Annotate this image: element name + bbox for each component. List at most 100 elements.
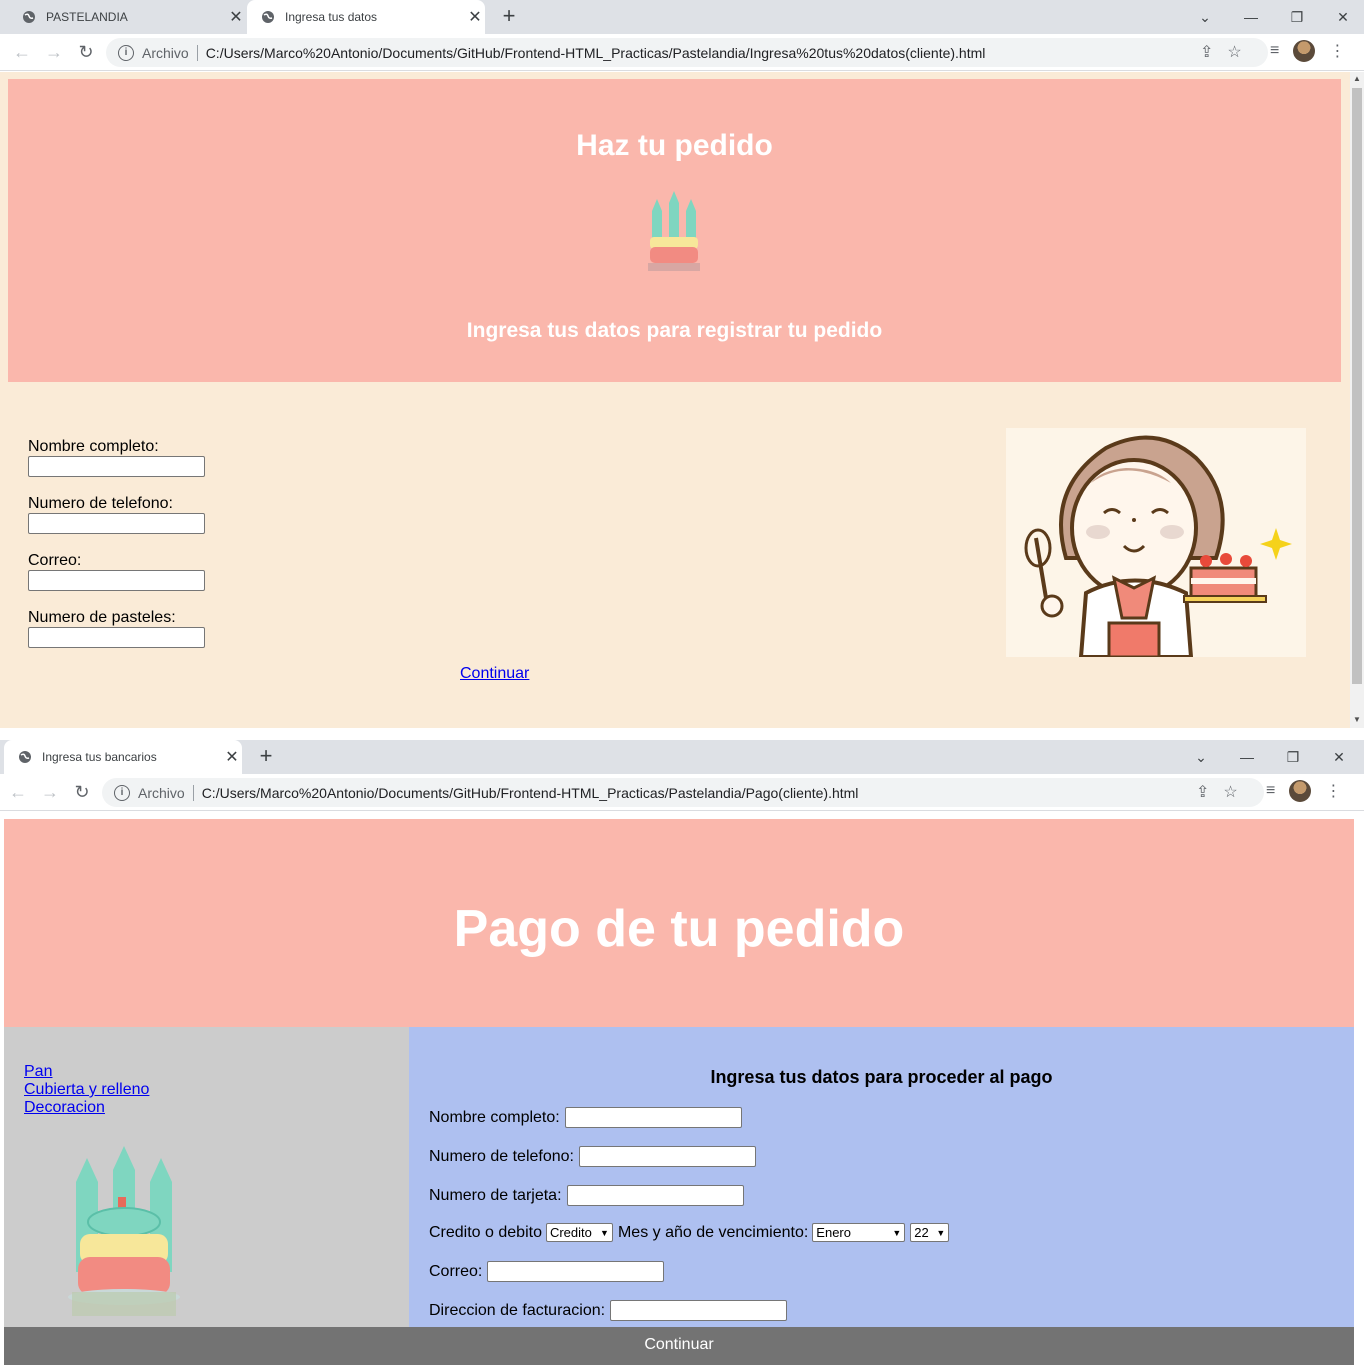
expiry-year-select[interactable]: 22 ▼ (910, 1223, 950, 1242)
reading-list-icon[interactable]: ≡ (1266, 782, 1275, 800)
scrollbar[interactable]: ▲ ▼ (1350, 72, 1364, 728)
back-icon[interactable]: ← (8, 782, 28, 802)
minimize-icon[interactable]: — (1228, 9, 1274, 25)
reload-icon[interactable]: ↻ (72, 782, 92, 802)
plus-icon[interactable]: + (496, 4, 522, 30)
scroll-down-icon[interactable]: ▼ (1353, 715, 1361, 724)
avatar[interactable] (1293, 40, 1316, 62)
forward-icon[interactable]: → (44, 42, 64, 62)
address-bar[interactable]: i Archivo C:/Users/Marco%20Antonio/Docum… (106, 38, 1268, 67)
scheme-label: Archivo (138, 784, 185, 801)
name-field[interactable] (28, 456, 205, 477)
star-icon[interactable]: ☆ (1227, 42, 1241, 62)
sidebar-nav: Pan Cubierta y relleno Decoracion (4, 1063, 149, 1117)
toolbar-actions: ≡ ⋮ (1266, 780, 1341, 802)
phone-field[interactable] (578, 1146, 756, 1167)
menu-icon[interactable]: ⋮ (1325, 781, 1341, 801)
window-controls: ⌄ — ❐ ✕ (1182, 0, 1364, 34)
close-icon[interactable]: ✕ (1320, 9, 1364, 26)
email-label: Correo: (429, 1262, 483, 1280)
url-text: C:/Users/Marco%20Antonio/Documents/GitHu… (201, 784, 859, 801)
card-row: Numero de tarjeta: (429, 1185, 744, 1206)
sidebar-link-cubierta[interactable]: Cubierta y relleno (24, 1081, 149, 1099)
close-icon[interactable]: ✕ (222, 747, 242, 767)
divider (196, 44, 198, 61)
scheme-label: Archivo (142, 44, 189, 61)
card-label: Numero de tarjeta: (429, 1186, 562, 1204)
expiry-month-value: Enero (816, 1225, 851, 1240)
tab-pastelandia[interactable]: PASTELANDIA ✕ (8, 0, 246, 34)
card-type-select[interactable]: Credito ▼ (545, 1223, 613, 1242)
tab-ingresa-datos[interactable]: Ingresa tus datos ✕ (247, 0, 485, 34)
close-icon[interactable]: ✕ (465, 7, 485, 27)
share-icon[interactable]: ⇪ (1200, 42, 1213, 62)
sidebar-link-pan[interactable]: Pan (24, 1063, 149, 1081)
email-label: Correo: (28, 552, 82, 569)
toolbar-actions: ≡ ⋮ (1270, 40, 1345, 62)
order-form: Nombre completo: Numero de telefono: Cor… (28, 438, 205, 666)
castle-cake-logo (68, 1146, 180, 1316)
chevron-down-icon: ▼ (892, 1227, 902, 1238)
sidebar: Pan Cubierta y relleno Decoracion (4, 1027, 409, 1327)
continue-link[interactable]: Continuar (460, 665, 529, 683)
email-field[interactable] (487, 1261, 665, 1282)
chevron-down-icon: ▼ (600, 1227, 609, 1238)
url-text: C:/Users/Marco%20Antonio/Documents/GitHu… (205, 44, 986, 61)
billing-address-row: Direccion de facturacion: (429, 1300, 788, 1321)
name-field[interactable] (564, 1107, 742, 1128)
form-title: Ingresa tus datos para proceder al pago (710, 1067, 1053, 1087)
expiry-month-select[interactable]: Enero ▼ (812, 1223, 906, 1242)
phone-field[interactable] (28, 513, 205, 534)
tab-title: PASTELANDIA (46, 10, 128, 24)
reading-list-icon[interactable]: ≡ (1270, 42, 1279, 60)
page-title: Pago de tu pedido (453, 900, 905, 958)
email-row: Correo: (429, 1261, 665, 1282)
plus-icon[interactable]: + (253, 744, 279, 770)
page-title: Haz tu pedido (576, 129, 773, 162)
castle-cake-logo (648, 191, 700, 271)
tab-title: Ingresa tus bancarios (42, 750, 157, 764)
forward-icon[interactable]: → (40, 782, 60, 802)
restore-icon[interactable]: ❐ (1270, 749, 1316, 766)
tab-strip: PASTELANDIA ✕ Ingresa tus datos ✕ + ⌄ — … (0, 0, 1364, 34)
minimize-icon[interactable]: — (1224, 749, 1270, 765)
avatar[interactable] (1289, 780, 1312, 802)
hero-banner: Haz tu pedido Ingresa tus datos para reg… (8, 79, 1341, 382)
sidebar-link-decoracion[interactable]: Decoracion (24, 1099, 149, 1117)
globe-icon (22, 10, 36, 24)
email-field[interactable] (28, 570, 205, 591)
scrollbar-thumb[interactable] (1352, 88, 1362, 684)
payment-page: Pago de tu pedido Pan Cubierta y relleno… (0, 812, 1364, 1372)
name-row: Nombre completo: (429, 1107, 742, 1128)
scroll-up-icon[interactable]: ▲ (1353, 74, 1361, 83)
billing-address-field[interactable] (610, 1300, 788, 1321)
reload-icon[interactable]: ↻ (76, 42, 96, 62)
tab-title: Ingresa tus datos (285, 10, 378, 24)
restore-icon[interactable]: ❐ (1274, 9, 1320, 26)
chevron-down-icon: ▼ (936, 1227, 946, 1238)
info-icon[interactable]: i (118, 44, 134, 61)
continue-button[interactable]: Continuar (4, 1327, 1354, 1365)
tab-ingresa-bancarios[interactable]: Ingresa tus bancarios ✕ (4, 740, 242, 774)
close-icon[interactable]: ✕ (1316, 749, 1362, 766)
chevron-down-icon[interactable]: ⌄ (1178, 749, 1224, 766)
back-icon[interactable]: ← (12, 42, 32, 62)
card-number-field[interactable] (566, 1185, 744, 1206)
star-icon[interactable]: ☆ (1223, 782, 1237, 802)
chevron-down-icon[interactable]: ⌄ (1182, 9, 1228, 26)
name-label: Nombre completo: (429, 1108, 560, 1126)
share-icon[interactable]: ⇪ (1196, 782, 1209, 802)
info-icon[interactable]: i (114, 784, 130, 801)
phone-label: Numero de telefono: (429, 1147, 574, 1165)
menu-icon[interactable]: ⋮ (1329, 41, 1345, 61)
omnibox-actions: ⇪ ☆ (1196, 782, 1238, 802)
card-type-label: Credito o debito (429, 1223, 542, 1241)
address-bar[interactable]: i Archivo C:/Users/Marco%20Antonio/Docum… (102, 778, 1264, 807)
cakes-count-field[interactable] (28, 627, 205, 648)
window-controls: ⌄ — ❐ ✕ (1178, 740, 1362, 774)
tab-strip: Ingresa tus bancarios ✕ + ⌄ — ❐ ✕ (0, 740, 1364, 774)
expiry-year-value: 22 (914, 1225, 929, 1240)
payment-form: Ingresa tus datos para proceder al pago … (409, 1027, 1354, 1327)
hero-banner: Pago de tu pedido (4, 819, 1354, 1027)
close-icon[interactable]: ✕ (226, 7, 246, 27)
